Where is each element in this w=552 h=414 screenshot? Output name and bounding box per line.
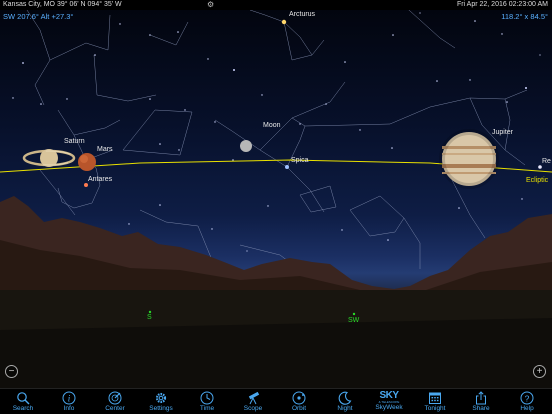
time-button[interactable]: Time [187,389,227,414]
tonight-label: Tonight [424,405,446,412]
settings-button[interactable]: Settings [141,389,181,414]
night-label: Night [337,405,353,412]
status-bar: Kansas City, MO 39° 06' N 094° 35' W ⚙ F… [0,0,552,10]
location-label[interactable]: Kansas City, MO 39° 06' N 094° 35' W [3,0,122,10]
svg-text:i: i [68,394,71,404]
time-label: Time [199,405,215,412]
search-icon [17,392,30,405]
clock-icon [200,391,214,405]
spica-star[interactable] [285,165,289,169]
sky-chart[interactable] [0,0,552,414]
spica-label[interactable]: Spica [291,157,309,164]
scope-button[interactable]: Scope [233,389,273,414]
regulus-star[interactable] [538,165,542,169]
center-icon [108,391,122,405]
svg-text:?: ? [525,393,530,403]
skyweek-label: SkyWeek [375,404,403,411]
scope-label: Scope [243,405,263,412]
location-gear-icon[interactable]: ⚙ [207,1,215,9]
info-button[interactable]: i Info [49,389,89,414]
moon-icon [338,391,352,405]
ecliptic-label: Ecliptic [526,177,549,184]
gear-icon [155,392,167,404]
sky-view[interactable]: Kansas City, MO 39° 06' N 094° 35' W ⚙ F… [0,0,552,414]
moon-icon[interactable] [240,140,252,152]
southwest-cardinal-label: SW [348,317,360,324]
bottom-toolbar: Search i Info Center Settings Time Scope… [0,388,552,414]
info-label: Info [63,405,75,412]
antares-star[interactable] [84,183,88,187]
field-of-view-readout: 118.2° x 84.5° [501,12,548,21]
mars-label[interactable]: Mars [97,146,113,153]
skyweek-logo-icon: SKY & TELESCOPE [369,390,409,404]
skyweek-button[interactable]: SKY & TELESCOPE SkyWeek [369,389,409,414]
night-button[interactable]: Night [325,389,365,414]
help-icon: ? [520,391,534,405]
datetime-label[interactable]: Fri Apr 22, 2016 02:23:00 AM [457,0,548,10]
arcturus-star[interactable] [281,19,287,25]
saturn-label[interactable]: Saturn [64,138,85,145]
regulus-label[interactable]: Re [542,158,551,165]
search-button[interactable]: Search [3,389,43,414]
jupiter-label[interactable]: Jupiter [492,129,513,136]
help-button[interactable]: ? Help [507,389,547,414]
search-label: Search [12,405,34,412]
calendar-icon [429,392,441,404]
south-marker-dot [148,310,152,314]
mars-icon[interactable] [78,153,96,171]
southwest-marker-dot [352,312,356,316]
tonight-button[interactable]: Tonight [415,389,455,414]
orbit-button[interactable]: Orbit [279,389,319,414]
help-label: Help [520,405,534,412]
direction-altitude-readout: SW 207.6° Alt +27.3° [3,12,74,21]
share-label: Share [472,405,490,412]
saturn-icon[interactable] [22,149,76,167]
zoom-in-button[interactable]: + [533,365,546,378]
foreground-shade [0,318,552,388]
info-icon: i [62,391,76,405]
center-button[interactable]: Center [95,389,135,414]
south-cardinal-label: S [147,314,152,321]
share-icon [476,391,486,405]
settings-label: Settings [149,405,173,412]
orbit-icon [292,391,306,405]
moon-label[interactable]: Moon [263,122,281,129]
arcturus-label[interactable]: Arcturus [289,11,315,18]
share-button[interactable]: Share [461,389,501,414]
antares-label[interactable]: Antares [88,176,112,183]
orbit-label: Orbit [291,405,307,412]
jupiter-icon[interactable] [439,129,499,189]
telescope-icon [248,391,260,405]
center-label: Center [105,405,125,412]
zoom-out-button[interactable]: − [5,365,18,378]
